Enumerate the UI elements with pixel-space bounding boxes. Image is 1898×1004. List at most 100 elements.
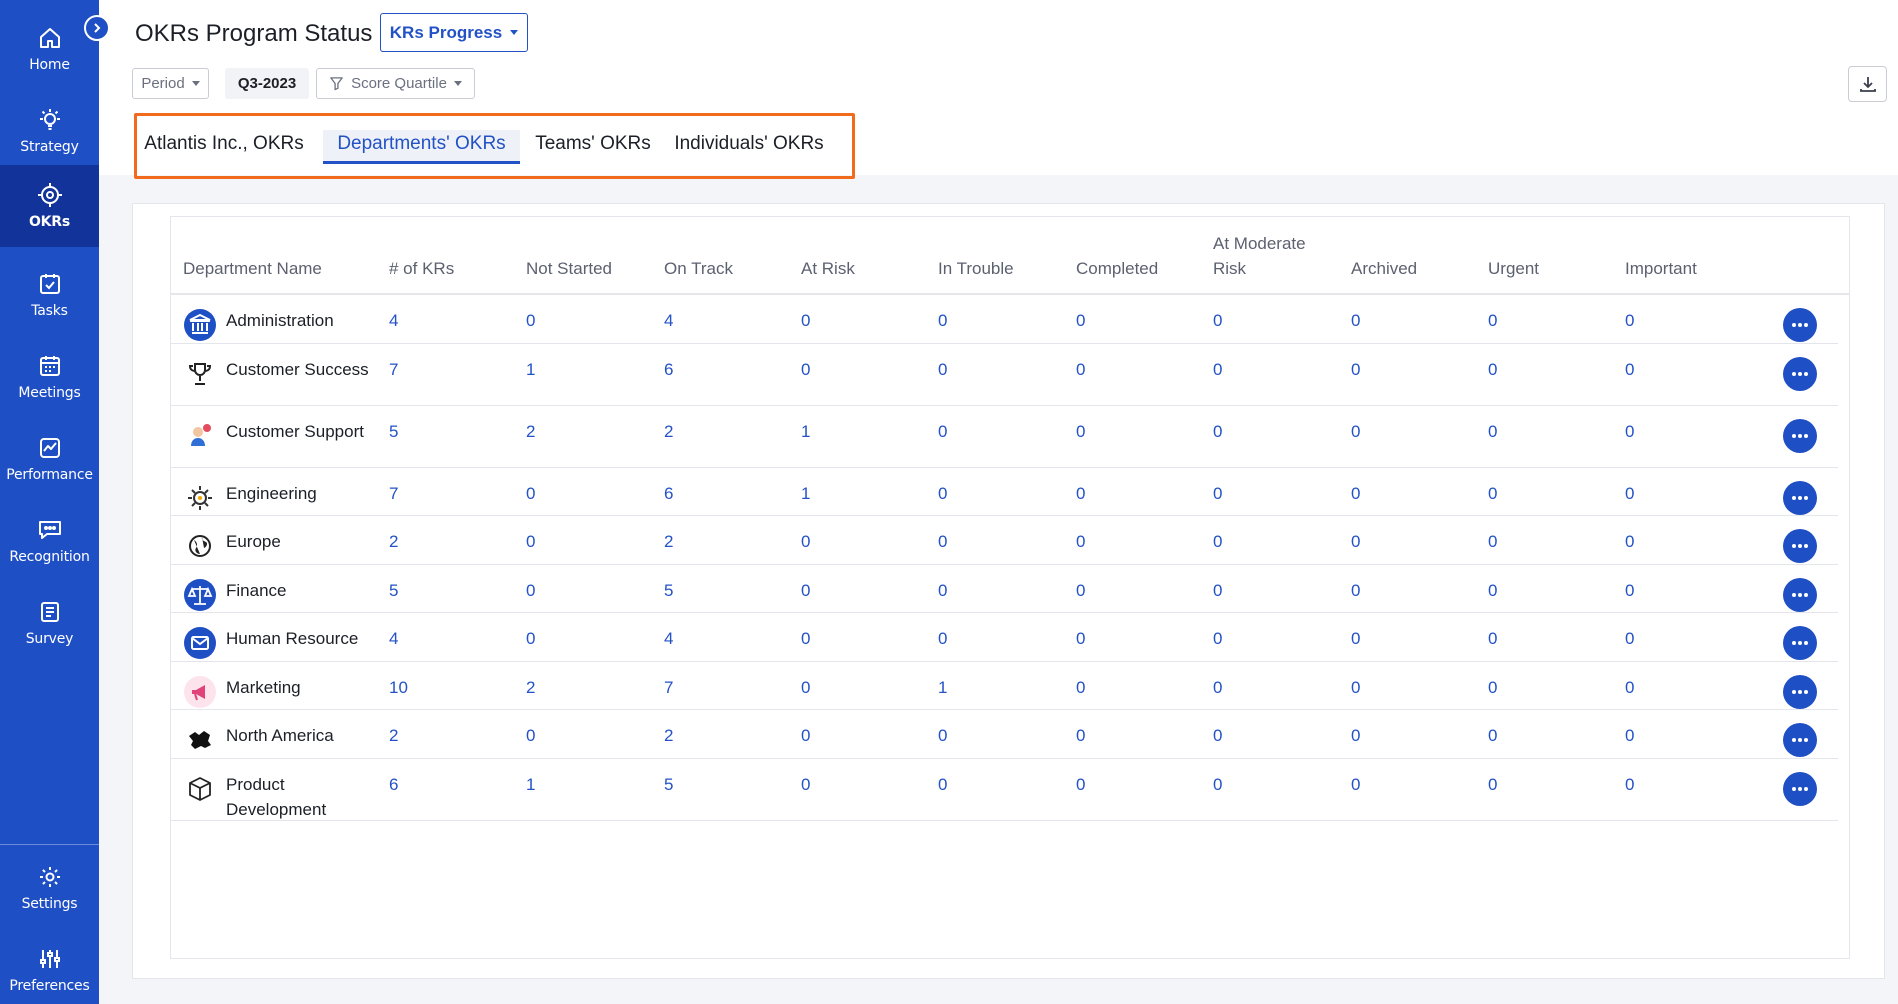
cell-important[interactable]: 0: [1625, 723, 1634, 748]
department-name[interactable]: Finance: [226, 578, 376, 603]
cell-completed[interactable]: 0: [1076, 723, 1085, 748]
cell-in-trouble[interactable]: 0: [938, 772, 947, 797]
cell-completed[interactable]: 0: [1076, 578, 1085, 603]
cell-at-risk[interactable]: 0: [801, 675, 810, 700]
col-important[interactable]: Important: [1625, 256, 1697, 281]
cell-archived[interactable]: 0: [1351, 675, 1360, 700]
cell-urgent[interactable]: 0: [1488, 529, 1497, 554]
cell-on-track[interactable]: 6: [664, 357, 673, 382]
cell-of-krs[interactable]: 10: [389, 675, 408, 700]
nav-survey[interactable]: Survey: [0, 582, 99, 664]
cell-important[interactable]: 0: [1625, 419, 1634, 444]
cell-completed[interactable]: 0: [1076, 308, 1085, 333]
col-not-started[interactable]: Not Started: [526, 256, 612, 281]
table-row[interactable]: Europe 2 0 2 0 0 0 0 0 0 0: [171, 516, 1838, 565]
table-row[interactable]: Human Resource 4 0 4 0 0 0 0 0 0 0: [171, 613, 1838, 662]
table-row[interactable]: Administration 4 0 4 0 0 0 0 0 0 0: [171, 295, 1838, 344]
cell-urgent[interactable]: 0: [1488, 481, 1497, 506]
cell-urgent[interactable]: 0: [1488, 578, 1497, 603]
cell-at-risk[interactable]: 0: [801, 772, 810, 797]
department-name[interactable]: Europe: [226, 529, 376, 554]
col-in-trouble[interactable]: In Trouble: [938, 256, 1014, 281]
cell-archived[interactable]: 0: [1351, 419, 1360, 444]
cell-on-track[interactable]: 5: [664, 772, 673, 797]
row-more-button[interactable]: [1783, 356, 1817, 391]
cell-at-moderate-risk[interactable]: 0: [1213, 578, 1222, 603]
cell-not-started[interactable]: 1: [526, 772, 535, 797]
department-name[interactable]: Customer Support: [226, 419, 376, 444]
cell-archived[interactable]: 0: [1351, 308, 1360, 333]
table-row[interactable]: Engineering 7 0 6 1 0 0 0 0 0 0: [171, 468, 1838, 516]
row-more-button[interactable]: [1783, 480, 1817, 515]
cell-on-track[interactable]: 4: [664, 626, 673, 651]
cell-at-moderate-risk[interactable]: 0: [1213, 626, 1222, 651]
department-name[interactable]: Engineering: [226, 481, 376, 506]
cell-at-moderate-risk[interactable]: 0: [1213, 723, 1222, 748]
cell-important[interactable]: 0: [1625, 578, 1634, 603]
cell-not-started[interactable]: 1: [526, 357, 535, 382]
col-on-track[interactable]: On Track: [664, 256, 733, 281]
cell-at-risk[interactable]: 0: [801, 723, 810, 748]
department-name[interactable]: North America: [226, 723, 376, 748]
nav-recognition[interactable]: Recognition: [0, 500, 99, 582]
cell-in-trouble[interactable]: 0: [938, 578, 947, 603]
nav-tasks[interactable]: Tasks: [0, 254, 99, 336]
nav-okrs[interactable]: OKRs: [0, 165, 99, 247]
cell-completed[interactable]: 0: [1076, 357, 1085, 382]
table-row[interactable]: Finance 5 0 5 0 0 0 0 0 0 0: [171, 565, 1838, 613]
cell-completed[interactable]: 0: [1076, 772, 1085, 797]
row-more-button[interactable]: [1783, 308, 1817, 342]
row-more-button[interactable]: [1783, 529, 1817, 563]
cell-archived[interactable]: 0: [1351, 723, 1360, 748]
cell-important[interactable]: 0: [1625, 357, 1634, 382]
cell-on-track[interactable]: 2: [664, 529, 673, 554]
col-num-krs[interactable]: # of KRs: [389, 256, 454, 281]
cell-not-started[interactable]: 0: [526, 723, 535, 748]
row-more-button[interactable]: [1783, 723, 1817, 757]
tab-teams-okrs[interactable]: Teams' OKRs: [535, 130, 651, 164]
row-more-button[interactable]: [1783, 577, 1817, 612]
cell-of-krs[interactable]: 7: [389, 481, 398, 506]
col-archived[interactable]: Archived: [1351, 256, 1417, 281]
col-at-moderate-risk[interactable]: At Moderate Risk: [1213, 231, 1323, 281]
cell-not-started[interactable]: 0: [526, 626, 535, 651]
col-department-name[interactable]: Department Name: [183, 256, 322, 281]
view-select-dropdown[interactable]: KRs Progress: [380, 13, 528, 52]
cell-urgent[interactable]: 0: [1488, 626, 1497, 651]
nav-preferences[interactable]: Preferences: [0, 929, 99, 1004]
table-row[interactable]: North America 2 0 2 0 0 0 0 0 0 0: [171, 710, 1838, 759]
cell-important[interactable]: 0: [1625, 481, 1634, 506]
cell-not-started[interactable]: 2: [526, 419, 535, 444]
cell-not-started[interactable]: 0: [526, 529, 535, 554]
cell-in-trouble[interactable]: 0: [938, 723, 947, 748]
cell-completed[interactable]: 0: [1076, 419, 1085, 444]
tab-departments-okrs[interactable]: Departments' OKRs: [323, 130, 520, 164]
table-row[interactable]: Product Development 6 1 5 0 0 0 0 0 0 0: [171, 759, 1838, 821]
cell-at-moderate-risk[interactable]: 0: [1213, 772, 1222, 797]
cell-in-trouble[interactable]: 0: [938, 308, 947, 333]
tab-individuals-okrs[interactable]: Individuals' OKRs: [674, 130, 824, 164]
cell-important[interactable]: 0: [1625, 308, 1634, 333]
cell-urgent[interactable]: 0: [1488, 675, 1497, 700]
cell-at-moderate-risk[interactable]: 0: [1213, 675, 1222, 700]
cell-not-started[interactable]: 2: [526, 675, 535, 700]
cell-archived[interactable]: 0: [1351, 626, 1360, 651]
sidebar-expand-button[interactable]: [84, 15, 110, 41]
cell-at-risk[interactable]: 1: [801, 419, 810, 444]
cell-in-trouble[interactable]: 0: [938, 357, 947, 382]
col-at-risk[interactable]: At Risk: [801, 256, 855, 281]
cell-on-track[interactable]: 2: [664, 723, 673, 748]
department-name[interactable]: Administration: [226, 308, 376, 333]
cell-archived[interactable]: 0: [1351, 772, 1360, 797]
nav-strategy[interactable]: Strategy: [0, 90, 99, 172]
cell-of-krs[interactable]: 4: [389, 308, 398, 333]
cell-urgent[interactable]: 0: [1488, 308, 1497, 333]
nav-settings[interactable]: Settings: [0, 847, 99, 929]
cell-at-risk[interactable]: 0: [801, 626, 810, 651]
nav-home[interactable]: Home: [0, 8, 99, 90]
cell-not-started[interactable]: 0: [526, 578, 535, 603]
cell-of-krs[interactable]: 5: [389, 419, 398, 444]
cell-at-moderate-risk[interactable]: 0: [1213, 357, 1222, 382]
cell-at-risk[interactable]: 0: [801, 308, 810, 333]
cell-of-krs[interactable]: 2: [389, 529, 398, 554]
